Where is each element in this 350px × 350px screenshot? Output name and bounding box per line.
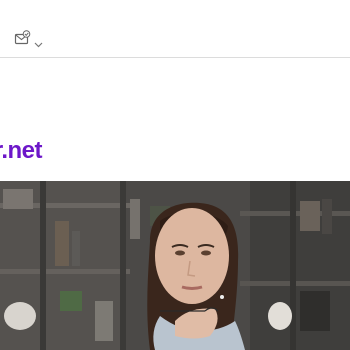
- woman-thinking-photo: [0, 181, 350, 350]
- hero-image: [0, 181, 350, 350]
- toolbar: [0, 0, 350, 58]
- brand-logo-text: r.net: [0, 137, 43, 164]
- mail-check-icon[interactable]: [14, 30, 32, 46]
- brand-logo[interactable]: r.net: [0, 136, 60, 166]
- chevron-down-icon[interactable]: [34, 35, 43, 48]
